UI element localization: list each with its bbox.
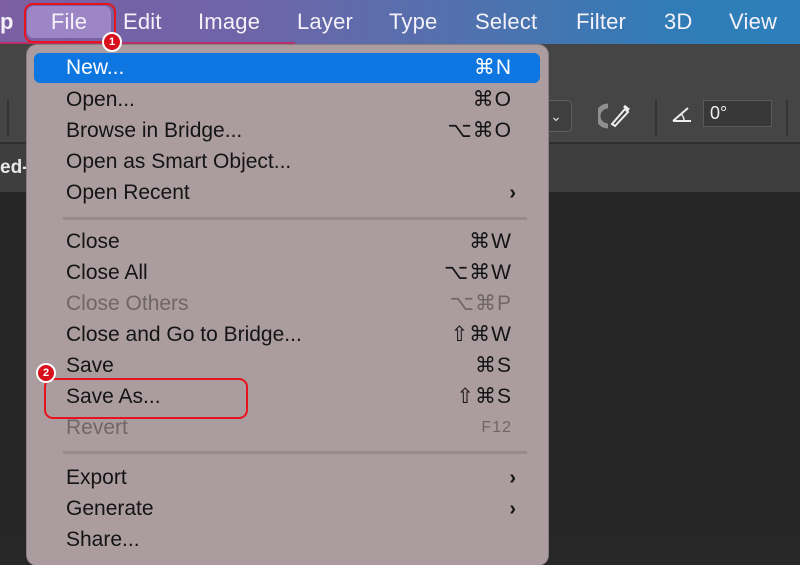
document-tab[interactable]: ed-	[0, 157, 29, 179]
menubar-view[interactable]: View	[729, 6, 777, 38]
menu-item-open-recent[interactable]: Open Recent ›	[34, 178, 540, 208]
menu-item-shortcut: ⌥⌘O	[447, 119, 512, 142]
menu-item-label: Browse in Bridge...	[66, 119, 243, 142]
menu-item-shortcut: ⇧⌘S	[456, 385, 512, 408]
menu-item-close-others: Close Others ⌥⌘P	[34, 289, 540, 319]
menu-item-label: Share...	[66, 528, 140, 551]
toolbar-divider	[655, 100, 657, 136]
menu-item-new[interactable]: New... ⌘N	[34, 53, 540, 83]
menu-item-save[interactable]: Save ⌘S	[34, 351, 540, 381]
menu-item-label: Open...	[66, 88, 135, 111]
menu-item-close-all[interactable]: Close All ⌥⌘W	[34, 258, 540, 288]
chevron-down-icon: ⌄	[550, 108, 562, 124]
menu-item-export[interactable]: Export ›	[34, 463, 540, 493]
menu-item-shortcut: ⇧⌘W	[450, 323, 512, 346]
menu-separator	[63, 217, 527, 220]
menu-item-shortcut: ⌥⌘W	[443, 261, 512, 284]
menubar-type[interactable]: Type	[389, 6, 438, 38]
menubar-app-name[interactable]: p	[0, 6, 14, 38]
menu-item-shortcut: ⌘O	[472, 88, 512, 111]
chevron-right-icon: ›	[509, 182, 516, 204]
menubar-layer[interactable]: Layer	[297, 6, 353, 38]
chevron-right-icon: ›	[509, 467, 516, 489]
menu-item-label: Open Recent	[66, 181, 190, 204]
angle-input[interactable]: 0°	[703, 100, 772, 127]
menu-item-shortcut: ⌘N	[473, 56, 512, 79]
menubar-edit[interactable]: Edit	[123, 6, 162, 38]
angle-icon	[671, 104, 695, 129]
airbrush-icon[interactable]	[595, 100, 632, 135]
menu-item-label: Close and Go to Bridge...	[66, 323, 302, 346]
menu-item-close[interactable]: Close ⌘W	[34, 227, 540, 257]
menu-item-shortcut: ⌘W	[469, 230, 512, 253]
save-as-highlight	[44, 378, 248, 419]
menu-item-share[interactable]: Share...	[34, 525, 540, 555]
menu-item-label: Save	[66, 354, 114, 377]
menu-item-generate[interactable]: Generate ›	[34, 494, 540, 524]
menu-item-shortcut: F12	[481, 419, 512, 436]
menu-item-label: Generate	[66, 497, 154, 520]
menubar-filter[interactable]: Filter	[576, 6, 626, 38]
step-1-badge: 1	[102, 32, 122, 52]
menu-item-open[interactable]: Open... ⌘O	[34, 85, 540, 115]
menubar-image[interactable]: Image	[198, 6, 260, 38]
file-menu: New... ⌘N Open... ⌘O Browse in Bridge...…	[27, 45, 548, 565]
menu-item-label: Close All	[66, 261, 148, 284]
menubar-select[interactable]: Select	[475, 6, 537, 38]
menu-item-label: New...	[66, 56, 125, 79]
step-2-badge: 2	[36, 363, 56, 383]
toolbar-divider	[786, 100, 788, 136]
menu-item-shortcut: ⌥⌘P	[449, 292, 512, 315]
menu-item-close-and-go-to-bridge[interactable]: Close and Go to Bridge... ⇧⌘W	[34, 320, 540, 350]
menu-item-browse-in-bridge[interactable]: Browse in Bridge... ⌥⌘O	[34, 116, 540, 146]
menu-item-label: Close	[66, 230, 120, 253]
chevron-right-icon: ›	[509, 498, 516, 520]
menu-item-shortcut: ⌘S	[474, 354, 512, 377]
toolbar-divider	[7, 100, 9, 136]
menu-item-label: Open as Smart Object...	[66, 150, 292, 173]
menu-item-label: Close Others	[66, 292, 189, 315]
menu-item-open-as-smart-object[interactable]: Open as Smart Object...	[34, 147, 540, 177]
menu-separator	[63, 451, 527, 454]
menu-item-label: Export	[66, 466, 127, 489]
menubar-3d[interactable]: 3D	[664, 6, 693, 38]
